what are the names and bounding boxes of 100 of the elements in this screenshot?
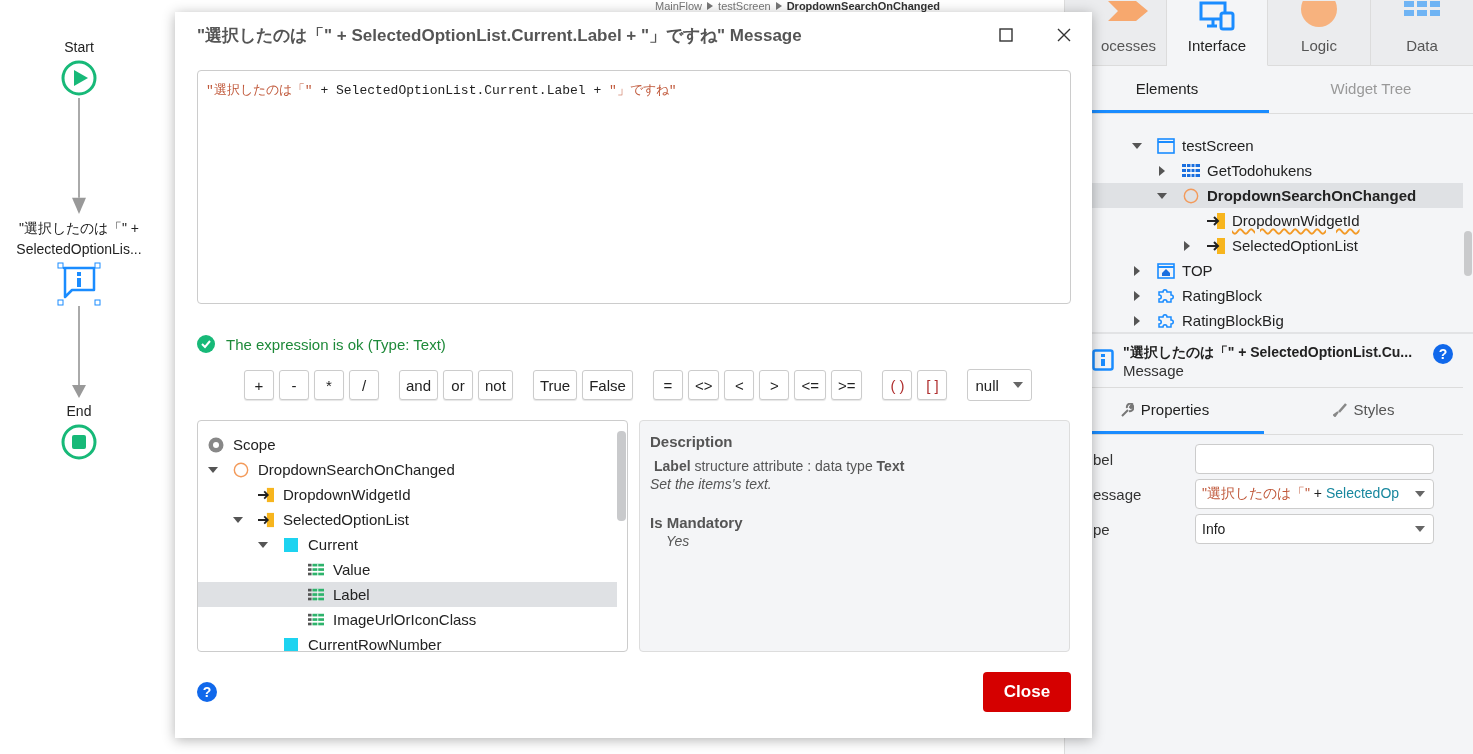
expand-icon[interactable] [1134, 315, 1140, 326]
operator-button[interactable]: and [399, 370, 439, 400]
square-icon [283, 536, 299, 553]
operator-button[interactable]: - [279, 370, 309, 400]
operator-button[interactable]: or [443, 370, 474, 400]
breadcrumb-item[interactable]: testScreen [718, 0, 771, 12]
monitor-phone-icon [1199, 1, 1235, 31]
tree-item[interactable]: SelectedOptionList [1232, 237, 1358, 258]
operator-button[interactable]: not [478, 370, 513, 400]
tree-item[interactable]: ImageUrlOrIconClass [333, 611, 477, 628]
scrollbar[interactable] [1464, 231, 1472, 276]
end-node-icon[interactable] [61, 424, 97, 460]
expand-icon[interactable] [1134, 290, 1140, 301]
operator-button[interactable]: True [532, 370, 578, 400]
property-label: bel [1092, 450, 1115, 468]
grid-icon [1404, 1, 1440, 16]
tree-item[interactable]: SelectedOptionList [283, 511, 409, 528]
scrollbar[interactable] [617, 431, 626, 521]
start-node-icon[interactable] [61, 60, 97, 96]
node-label: End [66, 403, 92, 419]
dialog-title: "選択したのは「" + SelectedOptionList.Current.Label + "」ですね" Message [197, 24, 803, 47]
circle-icon [1182, 187, 1200, 204]
dropdown-field[interactable]: "選択したのは「" + SelectedOp [1195, 479, 1434, 509]
element-title: "選択したのは「" + SelectedOptionList.Cu... [1123, 344, 1414, 362]
separator-icon [707, 2, 714, 10]
text-field[interactable] [1195, 444, 1434, 474]
expression-editor[interactable]: "選択したのは「" + SelectedOptionList.Current.Label + "」ですね" [197, 70, 1071, 304]
property-label: pe [1092, 520, 1111, 538]
expand-icon[interactable] [1134, 265, 1140, 276]
collapse-icon[interactable] [1157, 192, 1167, 199]
validation-message: The expression is ok (Type: Text) [226, 335, 446, 353]
table-icon [308, 611, 324, 628]
input-arrow-icon [258, 511, 274, 528]
chevron-icon [1108, 1, 1148, 21]
operator-button[interactable]: = [652, 370, 683, 400]
description-note: Set the items's text. [650, 476, 772, 492]
help-button[interactable]: ? [197, 682, 217, 702]
operator-button[interactable]: + [244, 370, 274, 400]
breadcrumb-item[interactable]: MainFlow [655, 0, 703, 12]
operator-button[interactable]: < [724, 370, 755, 400]
tree-item[interactable]: DropdownSearchOnChanged [258, 461, 455, 478]
node-label: "選択したのは「" + SelectedOptionLis... [15, 219, 143, 259]
circle-icon [233, 461, 249, 478]
operator-button[interactable]: * [314, 370, 344, 400]
input-arrow-icon [258, 486, 274, 503]
input-arrow-icon [1207, 237, 1225, 254]
collapse-icon[interactable] [233, 516, 243, 523]
panel-tab[interactable]: Styles [1264, 388, 1463, 434]
grid-icon [1182, 162, 1200, 179]
table-icon [308, 586, 324, 603]
check-icon [197, 335, 215, 353]
tree-item[interactable]: RatingBlock [1182, 287, 1263, 308]
tree-item[interactable]: GetTodohukens [1207, 162, 1313, 183]
null-dropdown[interactable]: null [967, 369, 1032, 401]
message-node-icon[interactable] [57, 262, 101, 306]
tree-item[interactable]: DropdownWidgetId [1232, 212, 1360, 233]
puzzle-icon [1157, 287, 1175, 304]
close-button[interactable]: Close [983, 672, 1071, 712]
operator-button[interactable]: ( ) [882, 370, 913, 400]
tree-item[interactable]: CurrentRowNumber [308, 636, 442, 651]
element-type: Message [1123, 362, 1185, 379]
panel-tab[interactable]: Data [1371, 0, 1473, 66]
separator-icon [775, 2, 782, 10]
breadcrumb-item[interactable]: DropdownSearchOnChanged [786, 0, 941, 12]
collapse-icon[interactable] [208, 466, 218, 473]
caret-icon [1415, 491, 1425, 497]
help-button[interactable]: ? [1433, 344, 1453, 364]
collapse-icon[interactable] [1132, 142, 1142, 149]
node-label: Start [64, 39, 94, 55]
puzzle-icon [1157, 312, 1175, 329]
tree-item[interactable]: RatingBlockBig [1182, 312, 1284, 333]
operator-button[interactable]: / [349, 370, 379, 400]
home-icon [1157, 262, 1175, 279]
wrench-icon [1119, 402, 1134, 417]
close-icon[interactable] [1057, 28, 1071, 42]
message-icon [1092, 349, 1114, 371]
input-arrow-icon [1207, 212, 1225, 229]
tree-item[interactable]: Current [308, 536, 359, 553]
operator-button[interactable]: [ ] [917, 370, 948, 400]
collapse-icon[interactable] [258, 541, 268, 548]
operator-button[interactable]: <= [794, 370, 826, 400]
expand-icon[interactable] [1184, 240, 1190, 251]
mandatory-value: Yes [665, 533, 690, 549]
maximize-icon[interactable] [999, 28, 1013, 42]
tree-item[interactable]: DropdownWidgetId [283, 486, 411, 503]
tree-item[interactable]: Scope [233, 436, 276, 453]
operator-button[interactable]: >= [830, 370, 863, 400]
operator-button[interactable]: <> [687, 370, 720, 400]
operator-button[interactable]: > [759, 370, 790, 400]
dropdown-field[interactable]: Info [1195, 514, 1434, 544]
window-icon [1157, 137, 1175, 154]
expand-icon[interactable] [1159, 165, 1165, 176]
operator-button[interactable]: False [582, 370, 633, 400]
caret-icon [1012, 382, 1023, 388]
tree-item[interactable]: Value [333, 561, 371, 578]
panel-tab[interactable]: Logic [1268, 0, 1371, 66]
tree-item[interactable]: testScreen [1182, 137, 1254, 158]
tree-item[interactable]: TOP [1182, 262, 1213, 283]
tree-item[interactable]: Label [333, 586, 370, 603]
brush-icon [1332, 402, 1347, 417]
